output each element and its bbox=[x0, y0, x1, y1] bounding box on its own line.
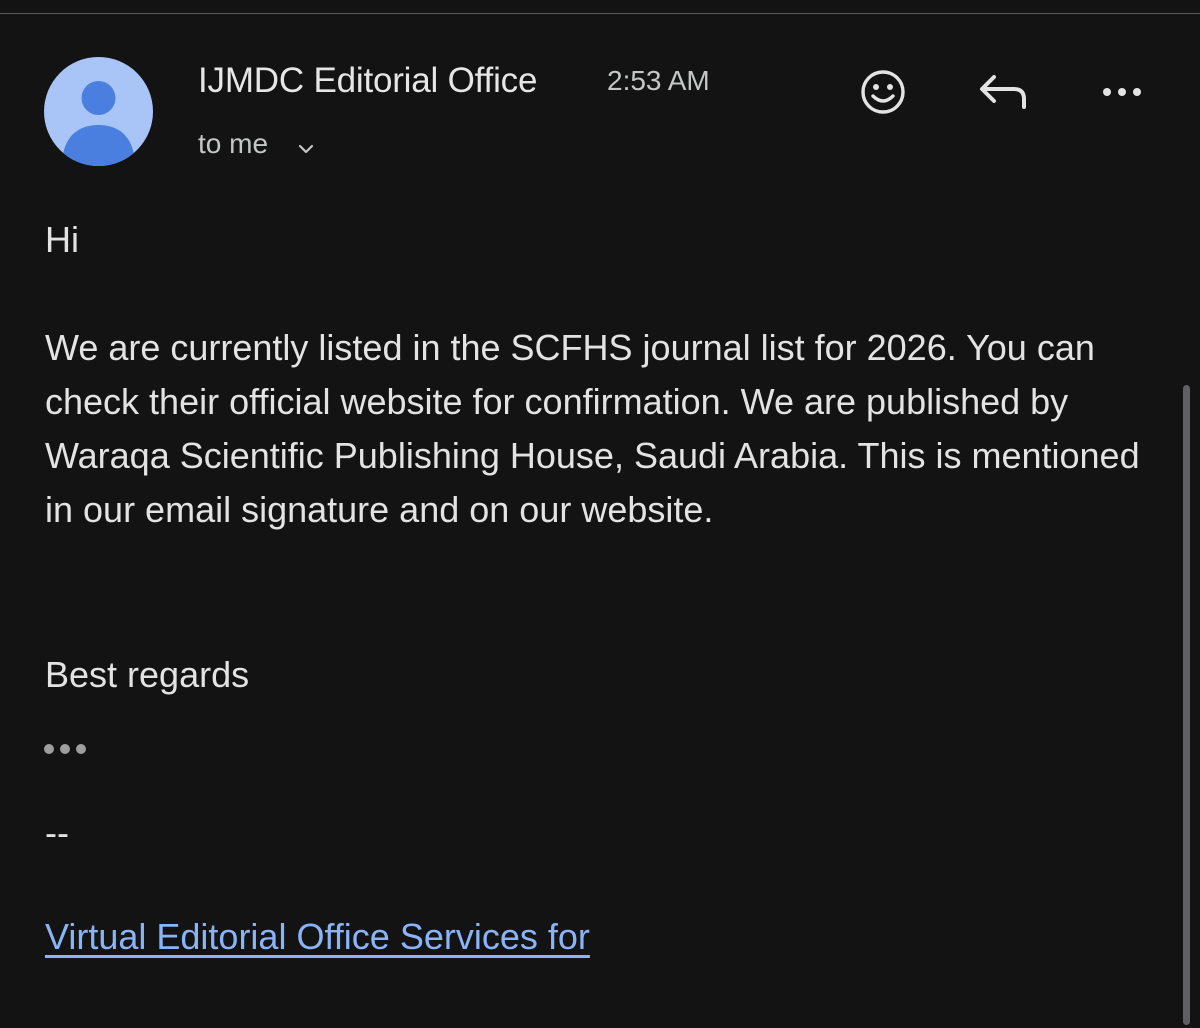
email-signoff: Best regards bbox=[45, 654, 250, 695]
sender-name[interactable]: IJMDC Editorial Office bbox=[198, 60, 537, 102]
dot-icon bbox=[76, 744, 86, 754]
top-divider bbox=[0, 0, 1200, 14]
show-trimmed-content-button[interactable] bbox=[44, 735, 100, 763]
dot-icon bbox=[60, 744, 70, 754]
more-options-button[interactable] bbox=[1092, 62, 1152, 122]
chevron-down-icon bbox=[296, 134, 316, 154]
email-timestamp: 2:53 AM bbox=[607, 65, 710, 96]
person-icon bbox=[62, 81, 135, 166]
dot-icon bbox=[44, 744, 54, 754]
recipient-label: to me bbox=[198, 128, 269, 159]
reply-button[interactable] bbox=[974, 62, 1034, 122]
recipient-details-toggle[interactable]: to me bbox=[198, 126, 316, 162]
signature-separator: -- bbox=[45, 812, 69, 853]
scrollbar-thumb[interactable] bbox=[1183, 385, 1190, 1025]
reply-arrow-icon bbox=[980, 75, 1026, 109]
email-greeting: Hi bbox=[45, 219, 79, 260]
more-horizontal-icon bbox=[1103, 88, 1141, 96]
sender-avatar[interactable] bbox=[44, 57, 153, 166]
signature-link[interactable]: Virtual Editorial Office Services for bbox=[45, 910, 590, 964]
add-reaction-button[interactable] bbox=[853, 62, 913, 122]
email-body-paragraph: We are currently listed in the SCFHS jou… bbox=[45, 327, 1140, 530]
smiley-face-icon bbox=[861, 70, 905, 114]
